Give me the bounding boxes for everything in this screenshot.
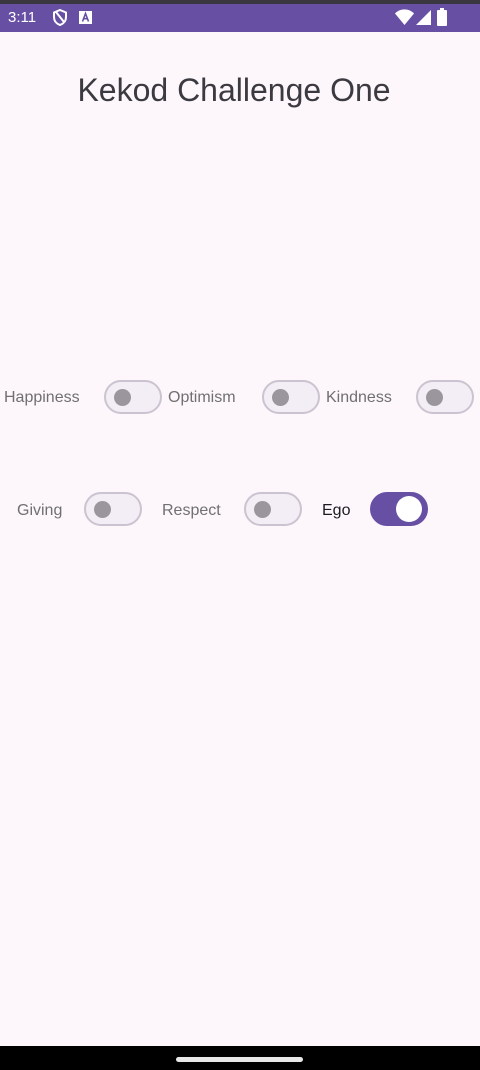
a-icon <box>79 11 92 29</box>
ego-switch[interactable] <box>370 492 428 526</box>
battery-icon <box>437 8 447 31</box>
ego-label: Ego <box>322 502 351 519</box>
happiness-label: Happiness <box>4 389 80 406</box>
shield-icon <box>53 8 67 31</box>
switch-knob <box>396 496 422 522</box>
switch-knob <box>272 389 289 406</box>
giving-label: Giving <box>17 502 63 519</box>
status-bar: 3:11 <box>0 4 480 32</box>
optimism-label: Optimism <box>168 389 236 406</box>
respect-label: Respect <box>162 502 221 519</box>
wifi-icon <box>395 9 414 30</box>
kindness-switch[interactable] <box>416 380 474 414</box>
giving-switch[interactable] <box>84 492 142 526</box>
switch-knob <box>94 501 111 518</box>
optimism-switch[interactable] <box>262 380 320 414</box>
happiness-switch[interactable] <box>104 380 162 414</box>
switch-knob <box>114 389 131 406</box>
status-time: 3:11 <box>8 9 37 26</box>
switch-knob <box>426 389 443 406</box>
respect-switch[interactable] <box>244 492 302 526</box>
cellular-icon <box>416 10 431 30</box>
switch-knob <box>254 501 271 518</box>
page-title: Kekod Challenge One <box>77 72 391 108</box>
home-handle[interactable] <box>176 1057 303 1062</box>
kindness-label: Kindness <box>326 389 392 406</box>
